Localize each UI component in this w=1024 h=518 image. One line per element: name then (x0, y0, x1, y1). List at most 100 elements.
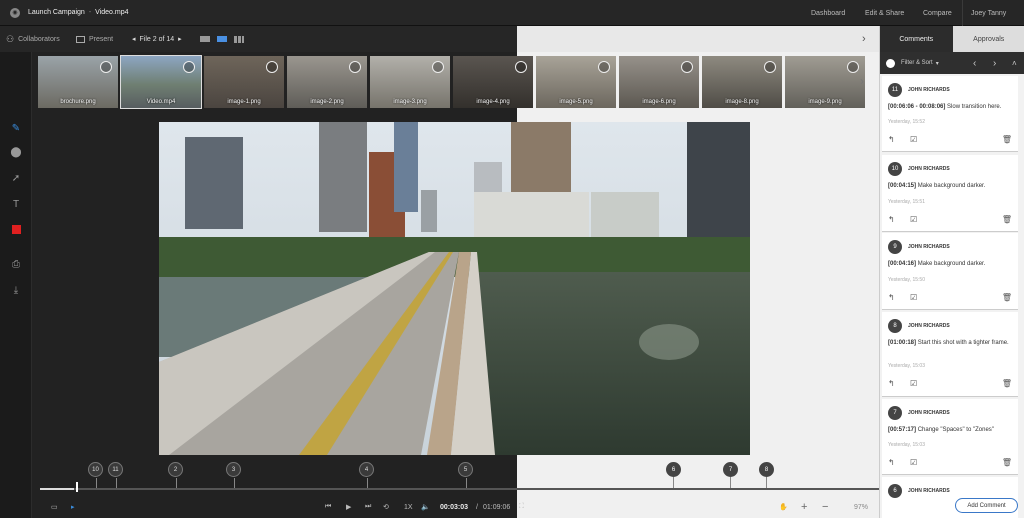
delete-icon[interactable]: 🗑 (1002, 379, 1012, 389)
add-comment-button[interactable]: Add Comment (955, 498, 1018, 513)
comment-time: Yesterday, 15:03 (888, 442, 925, 448)
comment-card[interactable]: 9 JOHN RICHARDS [00:04:16] Make backgrou… (882, 233, 1018, 310)
comment-body: [00:57:17] Change "Spaces" to "Zones" (888, 427, 994, 433)
delete-icon[interactable]: 🗑 (1002, 293, 1012, 303)
volume-icon[interactable]: 🔈 (421, 496, 430, 518)
thumbnail[interactable]: image-6.png (619, 56, 699, 108)
delete-icon[interactable]: 🗑 (1002, 458, 1012, 468)
speed-button[interactable]: 1X (404, 496, 413, 518)
playhead-handle[interactable] (76, 482, 78, 492)
color-picker-icon[interactable] (10, 223, 22, 235)
loop-icon[interactable]: ⟲ (383, 496, 389, 518)
marker[interactable]: 5 (458, 462, 473, 490)
marker[interactable]: 7 (723, 462, 738, 489)
comment-card[interactable]: 8 JOHN RICHARDS [01:00:18] Start this sh… (882, 312, 1018, 397)
marker[interactable]: 6 (666, 462, 681, 489)
select-all-checkbox[interactable] (886, 58, 895, 68)
prev-frame-icon[interactable]: ⏮ (325, 496, 331, 518)
view-single-icon[interactable] (200, 26, 210, 52)
comment-toggle-icon[interactable]: ▭ (51, 496, 58, 518)
zoom-in-icon[interactable]: + (801, 496, 807, 518)
thumbnail[interactable]: image-1.png (204, 56, 284, 108)
reply-icon[interactable]: ↰ (888, 458, 895, 468)
zoom-level[interactable]: 97% (854, 496, 868, 518)
thumbnail[interactable]: image-4.png (453, 56, 533, 108)
marker[interactable]: 8 (759, 462, 774, 489)
resolve-checkbox-icon[interactable]: ☑ (910, 379, 917, 388)
next-file-icon[interactable]: ▸ (178, 35, 182, 43)
resolve-checkbox-icon[interactable]: ☑ (910, 215, 917, 224)
download-icon[interactable]: ⤓ (10, 284, 22, 296)
comment-card[interactable]: 7 JOHN RICHARDS [00:57:17] Change "Space… (882, 399, 1018, 475)
nav-compare[interactable]: Compare (923, 0, 952, 26)
breadcrumb-project[interactable]: Launch Campaign (28, 9, 85, 16)
collaborators-label: Collaborators (18, 35, 60, 43)
marker[interactable]: 3 (226, 462, 241, 490)
pin-icon[interactable]: ⬤ (10, 146, 22, 158)
delete-icon[interactable]: 🗑 (1002, 215, 1012, 225)
thumbnail[interactable]: image-5.png (536, 56, 616, 108)
video-image (159, 122, 750, 455)
hand-tool-icon[interactable]: ✋ (779, 496, 788, 518)
thumbnail[interactable]: image-9.png (785, 56, 865, 108)
view-strip-icon[interactable] (217, 26, 227, 52)
comment-number: 10 (888, 162, 902, 176)
nav-dashboard[interactable]: Dashboard (811, 0, 845, 26)
thumbnail[interactable]: brochure.png (38, 56, 118, 108)
zoom-out-icon[interactable]: − (822, 496, 828, 518)
thumbnail[interactable]: image-2.png (287, 56, 367, 108)
play-small-icon[interactable]: ▸ (71, 496, 75, 518)
comment-number: 7 (888, 406, 902, 420)
marker[interactable]: 4 (359, 462, 374, 490)
comment-time: Yesterday, 15:50 (888, 277, 925, 283)
comment-card[interactable]: 11 JOHN RICHARDS [00:06:06 - 00:08:06] S… (882, 76, 1018, 152)
marker[interactable]: 2 (168, 462, 183, 490)
pen-icon[interactable]: ✎ (10, 122, 22, 134)
comment-author: JOHN RICHARDS (908, 323, 950, 329)
thumbnail[interactable]: image-3.png (370, 56, 450, 108)
next-comment-icon[interactable]: › (993, 58, 996, 69)
fullscreen-icon[interactable]: ⛶ (519, 496, 524, 518)
collapse-icon[interactable]: ˄ (1012, 59, 1017, 68)
tab-comments[interactable]: Comments (880, 26, 953, 52)
collaborators-button[interactable]: ⚇ Collaborators (6, 26, 60, 52)
arrow-tool-icon[interactable]: ➚ (10, 172, 22, 184)
print-icon[interactable]: ⎙ (10, 258, 22, 270)
reply-icon[interactable]: ↰ (888, 135, 895, 145)
text-tool-icon[interactable]: T (10, 198, 22, 210)
thumbnail-active[interactable]: Video.mp4 (120, 55, 202, 109)
tab-approvals[interactable]: Approvals (953, 26, 1024, 52)
marker[interactable]: 10 (88, 462, 103, 490)
nav-edit-share[interactable]: Edit & Share (865, 0, 904, 26)
reply-icon[interactable]: ↰ (888, 379, 895, 389)
delete-icon[interactable]: 🗑 (1002, 135, 1012, 145)
comment-author: JOHN RICHARDS (908, 488, 950, 494)
timeline-track[interactable] (40, 488, 879, 490)
resolve-checkbox-icon[interactable]: ☑ (910, 458, 917, 467)
filter-sort-button[interactable]: Filter & Sort (901, 60, 933, 66)
video-frame[interactable] (159, 122, 750, 455)
comment-card[interactable]: 10 JOHN RICHARDS [00:04:15] Make backgro… (882, 155, 1018, 232)
thumbnail[interactable]: image-8.png (702, 56, 782, 108)
prev-file-icon[interactable]: ◂ (132, 35, 136, 43)
present-label: Present (89, 35, 114, 43)
user-menu[interactable]: Joey Tanny (962, 0, 1024, 26)
thumbnail-strip: brochure.png Video.mp4 image-1.png image… (38, 55, 873, 110)
next-frame-icon[interactable]: ⏭ (365, 496, 371, 518)
prev-comment-icon[interactable]: ‹ (973, 58, 976, 69)
time-separator: / (476, 503, 478, 511)
reply-icon[interactable]: ↰ (888, 215, 895, 225)
resolve-checkbox-icon[interactable]: ☑ (910, 293, 917, 302)
playback-controls: ▭ ▸ ⏮ ▶ ⏭ ⟲ 1X 🔈 00:03:03 / 01:09:06 ⛶ ✋… (32, 496, 879, 518)
present-button[interactable]: Present (76, 26, 113, 52)
marker[interactable]: 11 (108, 462, 123, 490)
user-name: Joey Tanny (971, 9, 1007, 17)
play-icon[interactable]: ▶ (346, 496, 351, 518)
reply-icon[interactable]: ↰ (888, 293, 895, 303)
collapse-panel-icon[interactable]: › (862, 26, 866, 52)
current-time: 00:03:03 (440, 503, 469, 511)
strip-next-icon[interactable]: › (860, 74, 864, 88)
app-logo-icon[interactable]: ◉ (10, 7, 20, 18)
resolve-checkbox-icon[interactable]: ☑ (910, 135, 917, 144)
view-grid-icon[interactable] (234, 26, 244, 52)
